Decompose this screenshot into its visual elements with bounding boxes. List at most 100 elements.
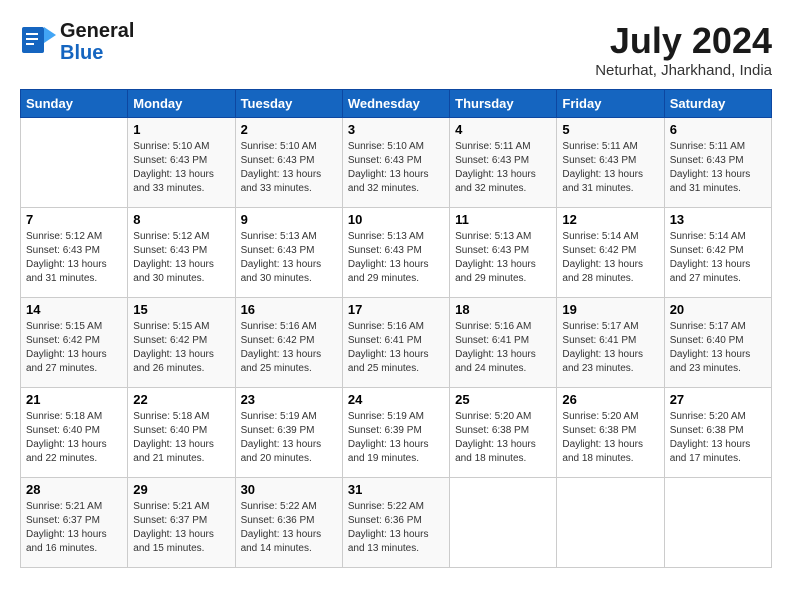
day-detail: Sunrise: 5:22 AM Sunset: 6:36 PM Dayligh… [348, 500, 444, 556]
calendar-table: Sunday Monday Tuesday Wednesday Thursday… [20, 89, 772, 568]
day-number: 21 [26, 392, 122, 407]
day-detail: Sunrise: 5:15 AM Sunset: 6:42 PM Dayligh… [133, 320, 229, 376]
day-detail: Sunrise: 5:16 AM Sunset: 6:42 PM Dayligh… [241, 320, 337, 376]
day-number: 11 [455, 212, 551, 227]
day-number: 16 [241, 302, 337, 317]
month-year: July 2024 [595, 20, 772, 62]
calendar-cell: 23 Sunrise: 5:19 AM Sunset: 6:39 PM Dayli… [235, 388, 342, 478]
day-detail: Sunrise: 5:10 AM Sunset: 6:43 PM Dayligh… [348, 140, 444, 196]
calendar-cell: 9Sunrise: 5:13 AM Sunset: 6:43 PM Daylig… [235, 208, 342, 298]
calendar-cell: 29 Sunrise: 5:21 AM Sunset: 6:37 PM Dayli… [128, 478, 235, 568]
calendar-cell: 5 Sunrise: 5:11 AM Sunset: 6:43 PM Daylig… [557, 118, 664, 208]
day-number: 25 [455, 392, 551, 407]
col-saturday: Saturday [664, 90, 771, 118]
day-detail: Sunrise: 5:15 AM Sunset: 6:42 PM Dayligh… [26, 320, 122, 376]
day-number: 17 [348, 302, 444, 317]
day-number: 1 [133, 122, 229, 137]
calendar-week-row: 14 Sunrise: 5:15 AM Sunset: 6:42 PM Dayli… [21, 298, 772, 388]
calendar-cell: 22 Sunrise: 5:18 AM Sunset: 6:40 PM Dayli… [128, 388, 235, 478]
day-detail: Sunrise: 5:20 AM Sunset: 6:38 PM Dayligh… [670, 410, 766, 466]
calendar-cell: 4 Sunrise: 5:11 AM Sunset: 6:43 PM Daylig… [450, 118, 557, 208]
day-number: 30 [241, 482, 337, 497]
day-detail: Sunrise: 5:14 AM Sunset: 6:42 PM Dayligh… [562, 230, 658, 286]
calendar-cell: 30 Sunrise: 5:22 AM Sunset: 6:36 PM Dayli… [235, 478, 342, 568]
day-detail: Sunrise: 5:20 AM Sunset: 6:38 PM Dayligh… [562, 410, 658, 466]
day-number: 24 [348, 392, 444, 407]
day-detail: Sunrise: 5:11 AM Sunset: 6:43 PM Dayligh… [670, 140, 766, 196]
col-friday: Friday [557, 90, 664, 118]
day-number: 14 [26, 302, 122, 317]
day-detail: Sunrise: 5:21 AM Sunset: 6:37 PM Dayligh… [26, 500, 122, 556]
calendar-cell: 14 Sunrise: 5:15 AM Sunset: 6:42 PM Dayli… [21, 298, 128, 388]
calendar-cell: 27 Sunrise: 5:20 AM Sunset: 6:38 PM Dayli… [664, 388, 771, 478]
day-number: 8 [133, 212, 229, 227]
location: Neturhat, Jharkhand, India [595, 62, 772, 79]
day-number: 26 [562, 392, 658, 407]
col-monday: Monday [128, 90, 235, 118]
day-number: 3 [348, 122, 444, 137]
logo-blue: Blue [60, 42, 134, 64]
calendar-cell: 3 Sunrise: 5:10 AM Sunset: 6:43 PM Daylig… [342, 118, 449, 208]
day-number: 27 [670, 392, 766, 407]
col-wednesday: Wednesday [342, 90, 449, 118]
day-number: 12 [562, 212, 658, 227]
calendar-cell: 21Sunrise: 5:18 AM Sunset: 6:40 PM Dayli… [21, 388, 128, 478]
day-detail: Sunrise: 5:10 AM Sunset: 6:43 PM Dayligh… [241, 140, 337, 196]
day-detail: Sunrise: 5:12 AM Sunset: 6:43 PM Dayligh… [26, 230, 122, 286]
day-number: 23 [241, 392, 337, 407]
day-number: 29 [133, 482, 229, 497]
calendar-week-row: 28 Sunrise: 5:21 AM Sunset: 6:37 PM Dayli… [21, 478, 772, 568]
calendar-cell: 12 Sunrise: 5:14 AM Sunset: 6:42 PM Dayli… [557, 208, 664, 298]
day-detail: Sunrise: 5:17 AM Sunset: 6:41 PM Dayligh… [562, 320, 658, 376]
day-detail: Sunrise: 5:12 AM Sunset: 6:43 PM Dayligh… [133, 230, 229, 286]
col-thursday: Thursday [450, 90, 557, 118]
day-detail: Sunrise: 5:22 AM Sunset: 6:36 PM Dayligh… [241, 500, 337, 556]
calendar-cell: 20Sunrise: 5:17 AM Sunset: 6:40 PM Dayli… [664, 298, 771, 388]
day-detail: Sunrise: 5:19 AM Sunset: 6:39 PM Dayligh… [241, 410, 337, 466]
calendar-cell: 19 Sunrise: 5:17 AM Sunset: 6:41 PM Dayli… [557, 298, 664, 388]
calendar-week-row: 1 Sunrise: 5:10 AM Sunset: 6:43 PM Daylig… [21, 118, 772, 208]
calendar-cell: 24Sunrise: 5:19 AM Sunset: 6:39 PM Dayli… [342, 388, 449, 478]
calendar-cell: 11Sunrise: 5:13 AM Sunset: 6:43 PM Dayli… [450, 208, 557, 298]
page-header: General Blue July 2024 Neturhat, Jharkha… [20, 20, 772, 79]
day-detail: Sunrise: 5:18 AM Sunset: 6:40 PM Dayligh… [133, 410, 229, 466]
calendar-cell: 10Sunrise: 5:13 AM Sunset: 6:43 PM Dayli… [342, 208, 449, 298]
day-detail: Sunrise: 5:11 AM Sunset: 6:43 PM Dayligh… [455, 140, 551, 196]
day-number: 9 [241, 212, 337, 227]
logo: General Blue [20, 20, 134, 64]
day-detail: Sunrise: 5:20 AM Sunset: 6:38 PM Dayligh… [455, 410, 551, 466]
calendar-cell: 28 Sunrise: 5:21 AM Sunset: 6:37 PM Dayli… [21, 478, 128, 568]
day-number: 15 [133, 302, 229, 317]
calendar-cell: 31Sunrise: 5:22 AM Sunset: 6:36 PM Dayli… [342, 478, 449, 568]
calendar-cell: 1 Sunrise: 5:10 AM Sunset: 6:43 PM Daylig… [128, 118, 235, 208]
day-number: 28 [26, 482, 122, 497]
day-number: 4 [455, 122, 551, 137]
calendar-cell [557, 478, 664, 568]
day-number: 6 [670, 122, 766, 137]
day-detail: Sunrise: 5:16 AM Sunset: 6:41 PM Dayligh… [455, 320, 551, 376]
day-number: 2 [241, 122, 337, 137]
col-tuesday: Tuesday [235, 90, 342, 118]
calendar-cell: 7Sunrise: 5:12 AM Sunset: 6:43 PM Daylig… [21, 208, 128, 298]
col-sunday: Sunday [21, 90, 128, 118]
calendar-cell: 6 Sunrise: 5:11 AM Sunset: 6:43 PM Daylig… [664, 118, 771, 208]
calendar-cell [21, 118, 128, 208]
day-number: 19 [562, 302, 658, 317]
day-detail: Sunrise: 5:11 AM Sunset: 6:43 PM Dayligh… [562, 140, 658, 196]
calendar-cell: 15 Sunrise: 5:15 AM Sunset: 6:42 PM Dayli… [128, 298, 235, 388]
day-detail: Sunrise: 5:21 AM Sunset: 6:37 PM Dayligh… [133, 500, 229, 556]
day-number: 13 [670, 212, 766, 227]
day-detail: Sunrise: 5:10 AM Sunset: 6:43 PM Dayligh… [133, 140, 229, 196]
calendar-cell [450, 478, 557, 568]
header-row: Sunday Monday Tuesday Wednesday Thursday… [21, 90, 772, 118]
calendar-cell [664, 478, 771, 568]
logo-text: General [60, 20, 134, 42]
day-number: 5 [562, 122, 658, 137]
day-number: 22 [133, 392, 229, 407]
calendar-cell: 13Sunrise: 5:14 AM Sunset: 6:42 PM Dayli… [664, 208, 771, 298]
calendar-cell: 17Sunrise: 5:16 AM Sunset: 6:41 PM Dayli… [342, 298, 449, 388]
day-number: 10 [348, 212, 444, 227]
calendar-cell: 25 Sunrise: 5:20 AM Sunset: 6:38 PM Dayli… [450, 388, 557, 478]
calendar-cell: 26 Sunrise: 5:20 AM Sunset: 6:38 PM Dayli… [557, 388, 664, 478]
day-detail: Sunrise: 5:17 AM Sunset: 6:40 PM Dayligh… [670, 320, 766, 376]
